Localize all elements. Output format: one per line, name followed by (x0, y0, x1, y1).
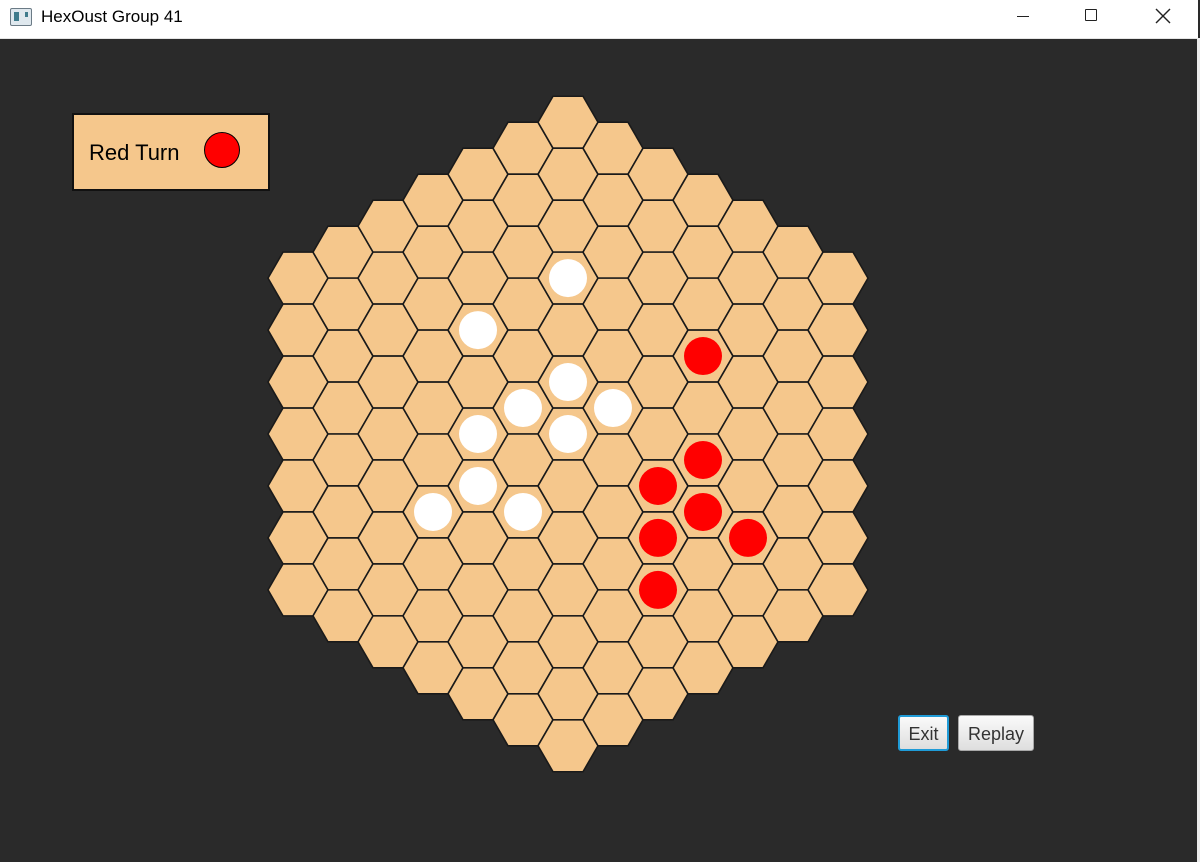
white-piece (459, 466, 497, 505)
replay-button[interactable]: Replay (958, 715, 1034, 751)
red-piece (684, 440, 722, 479)
red-piece (639, 570, 677, 609)
white-piece (549, 259, 587, 298)
red-piece (684, 337, 722, 376)
red-piece (639, 466, 677, 505)
red-piece (729, 518, 767, 557)
red-piece (684, 492, 722, 531)
white-piece (504, 389, 542, 428)
red-piece (639, 518, 677, 557)
white-piece (594, 389, 632, 428)
white-piece (414, 492, 452, 531)
white-piece (549, 363, 587, 402)
white-piece (504, 492, 542, 531)
white-piece (549, 415, 587, 453)
white-piece (459, 311, 497, 350)
exit-button[interactable]: Exit (898, 715, 949, 751)
white-piece (459, 415, 497, 453)
